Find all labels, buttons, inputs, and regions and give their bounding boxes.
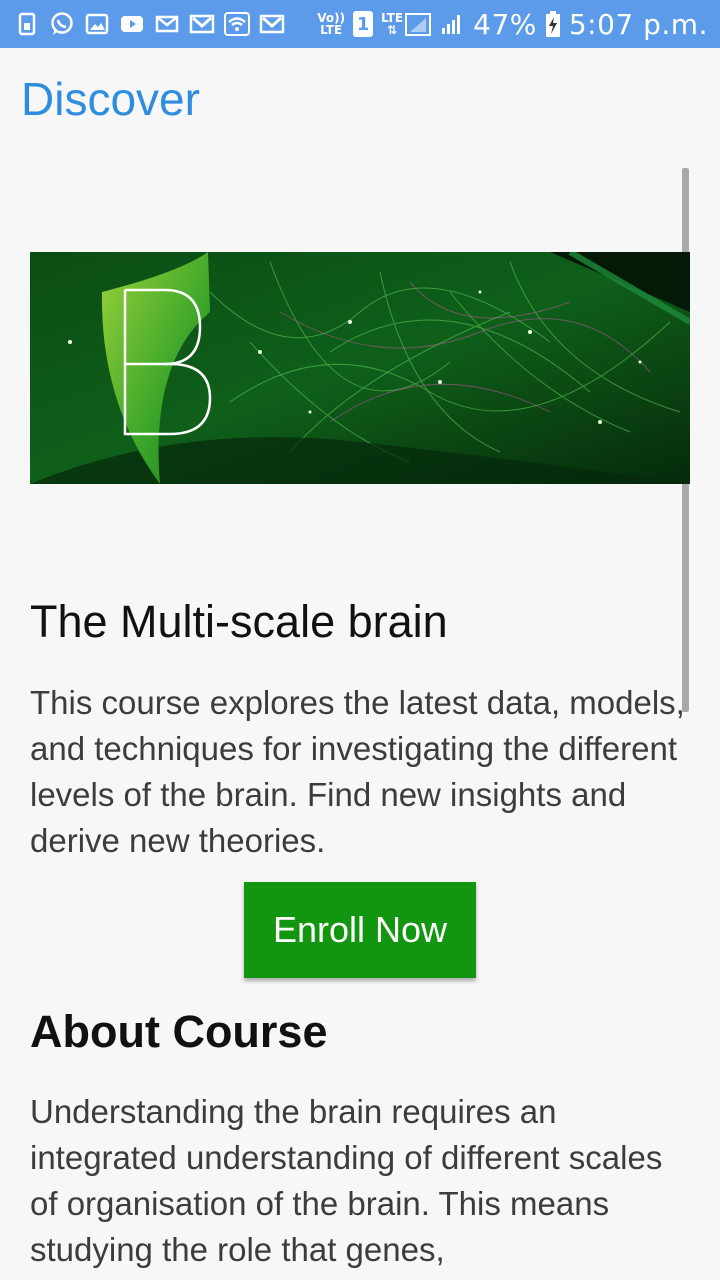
enroll-now-button[interactable]: Enroll Now: [244, 882, 476, 978]
youtube-icon: [119, 11, 145, 37]
sim-slot-number: 1: [356, 13, 370, 35]
course-description: This course explores the latest data, mo…: [30, 684, 685, 859]
battery-charging-icon: [545, 11, 560, 37]
gmail-icon: [259, 11, 285, 37]
clock: 5:07 p.m.: [568, 7, 708, 41]
signal-1-icon: [405, 13, 432, 36]
course-title: The Multi-scale brain: [30, 596, 448, 647]
signal-2-icon: [442, 15, 461, 34]
battery-percent: 47%: [473, 7, 537, 41]
page-title: Discover: [21, 73, 200, 125]
system-status: Vo)) LTE 1 LTE ⇅ 47% 5:07 p.m.: [317, 8, 708, 41]
wifi-icon: [224, 11, 250, 37]
notification-icons: [14, 11, 285, 37]
status-bar: Vo)) LTE 1 LTE ⇅ 47% 5:07 p.m.: [0, 0, 720, 48]
gallery-icon: [84, 11, 110, 37]
sim-slot-badge: 1: [353, 11, 374, 37]
sim-card-icon: [14, 11, 40, 37]
gmail-icon: [189, 11, 215, 37]
whatsapp-icon: [49, 11, 75, 37]
lte-indicator: LTE ⇅: [381, 11, 432, 37]
volte-lte-label: LTE: [320, 23, 343, 37]
volte-indicator: Vo)) LTE: [317, 12, 345, 36]
course-banner-image[interactable]: [30, 252, 690, 484]
about-course-heading: About Course: [30, 1006, 328, 1057]
data-arrows-icon: ⇅: [387, 23, 398, 37]
email-icon: [154, 11, 180, 37]
about-course-description: Understanding the brain requires an inte…: [30, 1093, 663, 1268]
